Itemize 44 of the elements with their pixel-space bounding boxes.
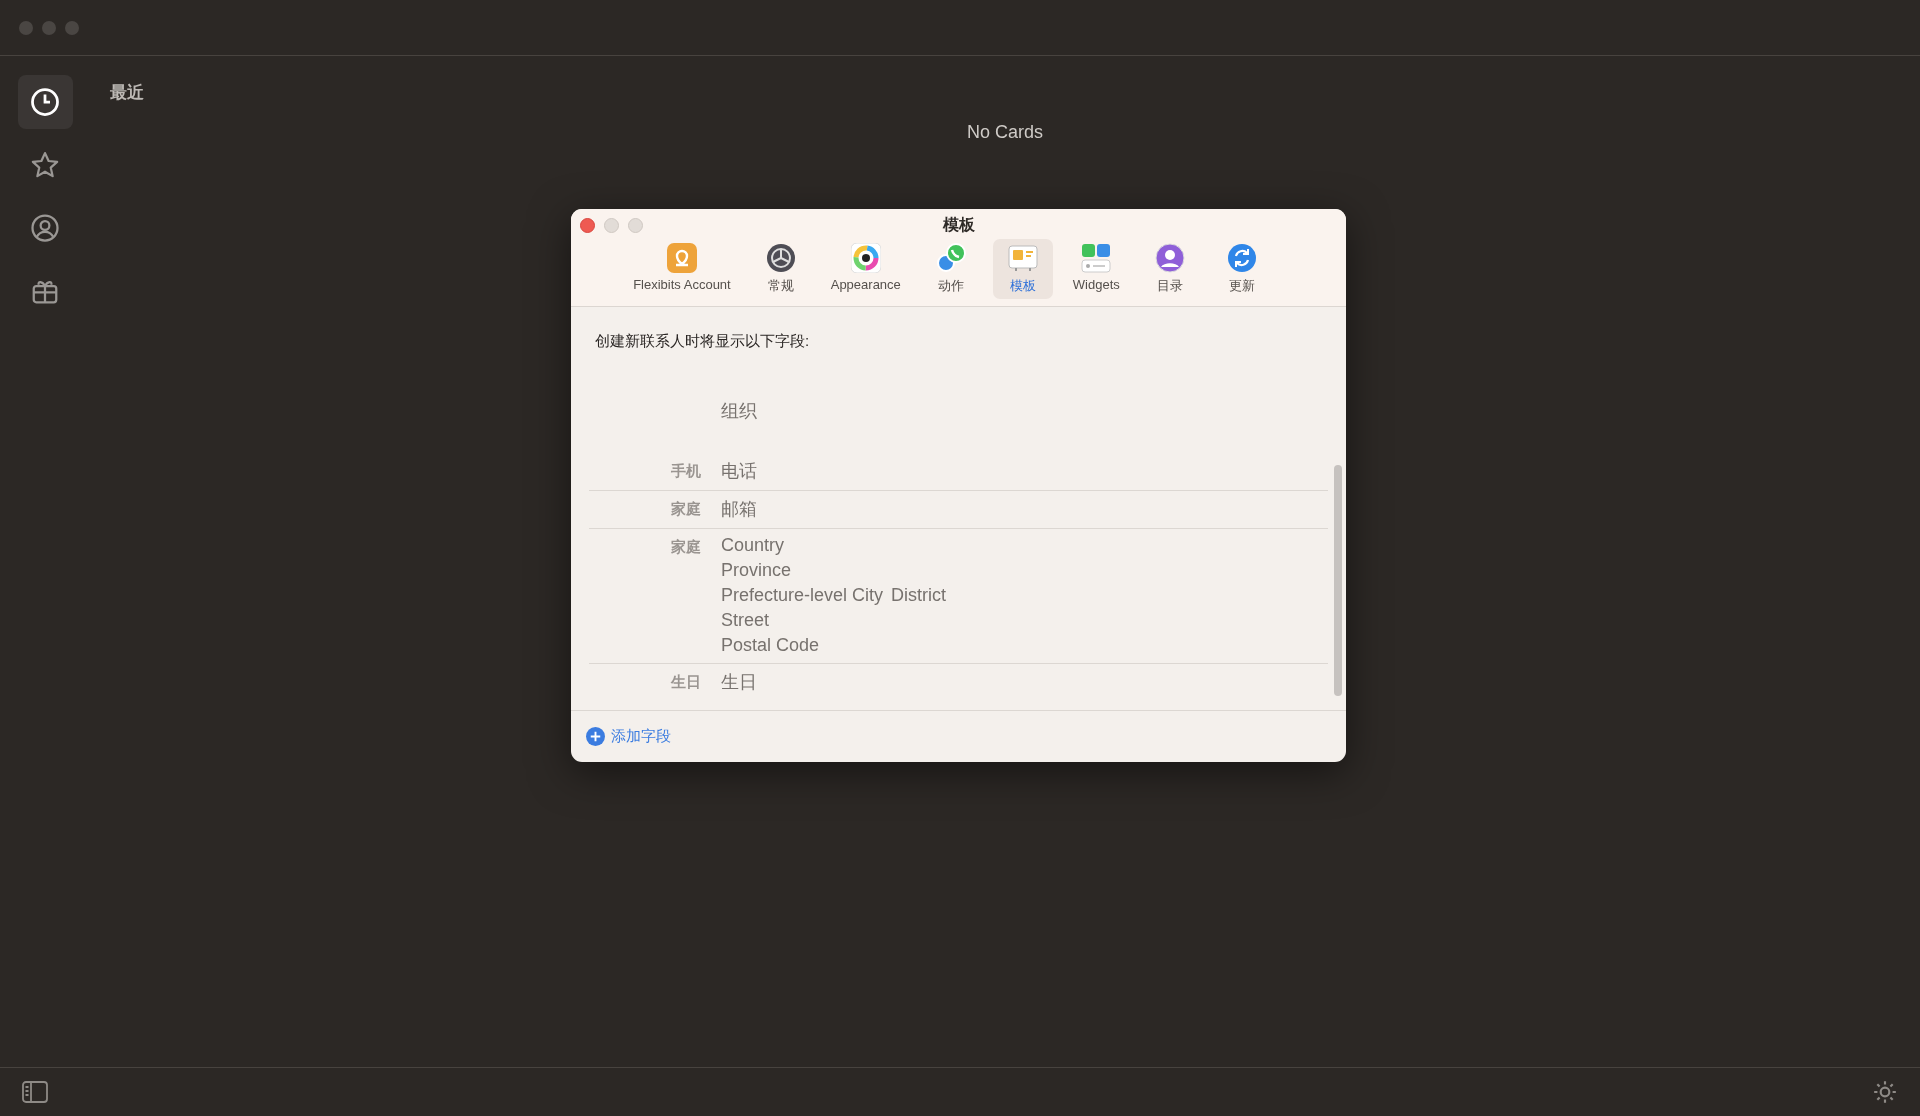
field-label: 家庭	[670, 537, 701, 557]
toolbar-tab[interactable]: Appearance	[822, 239, 909, 299]
plus-icon	[586, 727, 605, 746]
settings-icon[interactable]	[1872, 1079, 1898, 1105]
toolbar-tab[interactable]: Flexibits Account	[625, 239, 739, 299]
text-field[interactable]: 组织	[721, 399, 757, 423]
toolbar-tab[interactable]: 更新	[1211, 239, 1272, 299]
text-field[interactable]: Street	[721, 610, 770, 631]
sidebar-item[interactable]	[17, 75, 73, 129]
text-field[interactable]: 邮箱	[721, 497, 757, 521]
empty-message: No Cards	[967, 122, 1043, 143]
text-field[interactable]: Postal Code	[721, 635, 820, 656]
text-field[interactable]: District	[891, 585, 947, 606]
window-title: 模板	[942, 215, 975, 235]
sidebar-toggle-icon[interactable]	[22, 1081, 48, 1103]
text-field[interactable]: Province	[721, 560, 792, 581]
close-button[interactable]	[580, 218, 595, 233]
text-field[interactable]: 生日	[721, 670, 757, 694]
field-label: 手机	[670, 461, 701, 481]
field-label: 生日	[669, 672, 701, 692]
widgets-icon	[1081, 243, 1112, 273]
toolbar-tab[interactable]: 目录	[1139, 239, 1200, 299]
toolbar-tab[interactable]: Widgets	[1064, 239, 1128, 299]
field-label: 家庭	[670, 499, 701, 519]
toolbar-tab[interactable]: 模板	[992, 239, 1053, 299]
contact-avatar-icon	[1154, 243, 1185, 273]
description-text: 创建新联系人时将显示以下字段:	[594, 331, 811, 351]
text-field[interactable]: 电话	[721, 459, 757, 483]
phone-chat-icon	[935, 243, 966, 273]
clock-icon	[30, 87, 60, 117]
star-icon	[30, 150, 60, 180]
gear-wheel-icon	[765, 243, 796, 273]
refresh-icon	[1226, 243, 1257, 273]
scrollbar[interactable]	[1334, 465, 1342, 696]
card-template-icon	[1007, 243, 1038, 273]
person-icon	[30, 213, 60, 243]
add-field-button[interactable]: 添加字段	[586, 727, 671, 746]
text-field[interactable]: Country	[721, 535, 785, 556]
toolbar-tab[interactable]: 动作	[920, 239, 981, 299]
color-wheel-icon	[850, 243, 881, 273]
toolbar-tab[interactable]: 常规	[750, 239, 811, 299]
section-title: 最近	[110, 82, 144, 104]
loop-app-icon	[666, 243, 697, 273]
text-field[interactable]: Prefecture-level City	[721, 585, 884, 606]
